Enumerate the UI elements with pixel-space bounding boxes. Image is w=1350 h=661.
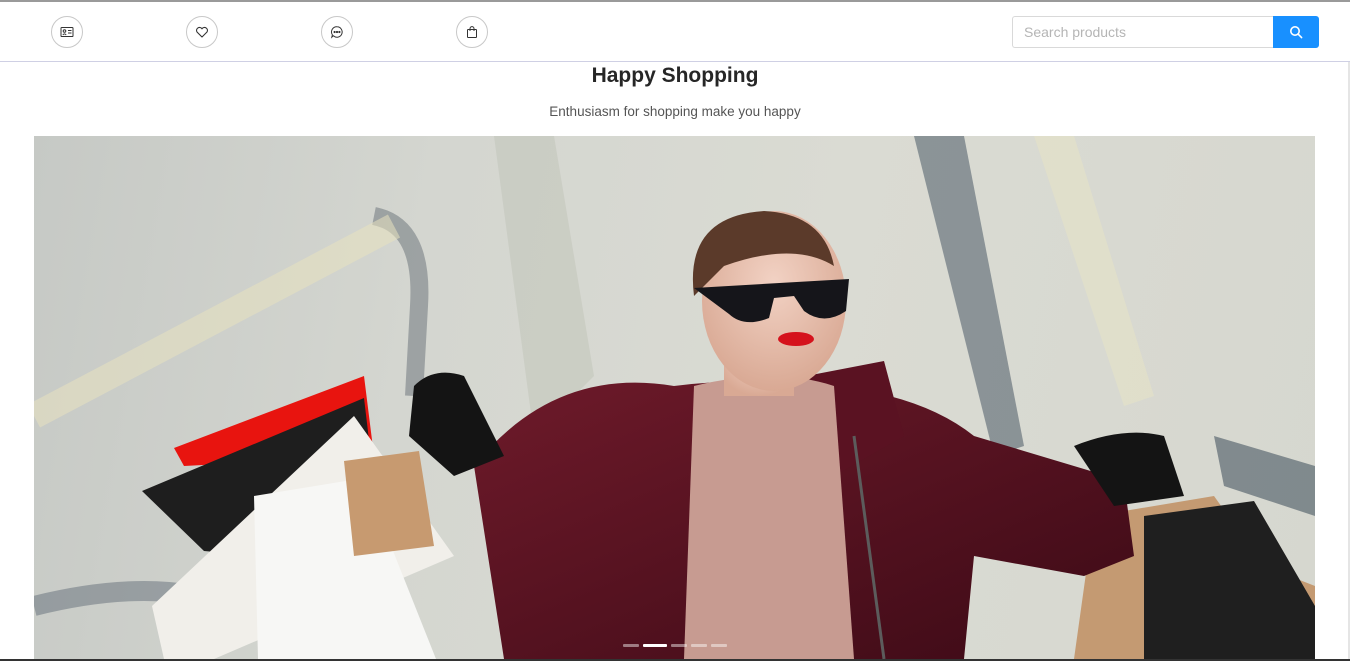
carousel-dot-active[interactable] <box>642 644 667 647</box>
page-title: Happy Shopping <box>591 64 759 87</box>
hero-carousel[interactable] <box>34 136 1315 659</box>
id-card-icon[interactable] <box>51 16 83 48</box>
search-icon <box>1290 26 1303 39</box>
search-input[interactable] <box>1012 16 1273 48</box>
heart-icon[interactable] <box>186 16 218 48</box>
page-subtitle: Enthusiasm for shopping make you happy <box>549 104 801 119</box>
carousel-dot[interactable] <box>670 644 687 647</box>
search-button[interactable] <box>1273 16 1319 48</box>
search-bar <box>1012 16 1319 48</box>
carousel-dot[interactable] <box>710 644 727 647</box>
message-icon[interactable] <box>321 16 353 48</box>
carousel-dot[interactable] <box>690 644 707 647</box>
carousel-dot[interactable] <box>622 644 639 647</box>
carousel-dots <box>34 644 1315 647</box>
shopping-bag-icon[interactable] <box>456 16 488 48</box>
navbar <box>0 2 1350 62</box>
hero-image <box>34 136 1315 659</box>
